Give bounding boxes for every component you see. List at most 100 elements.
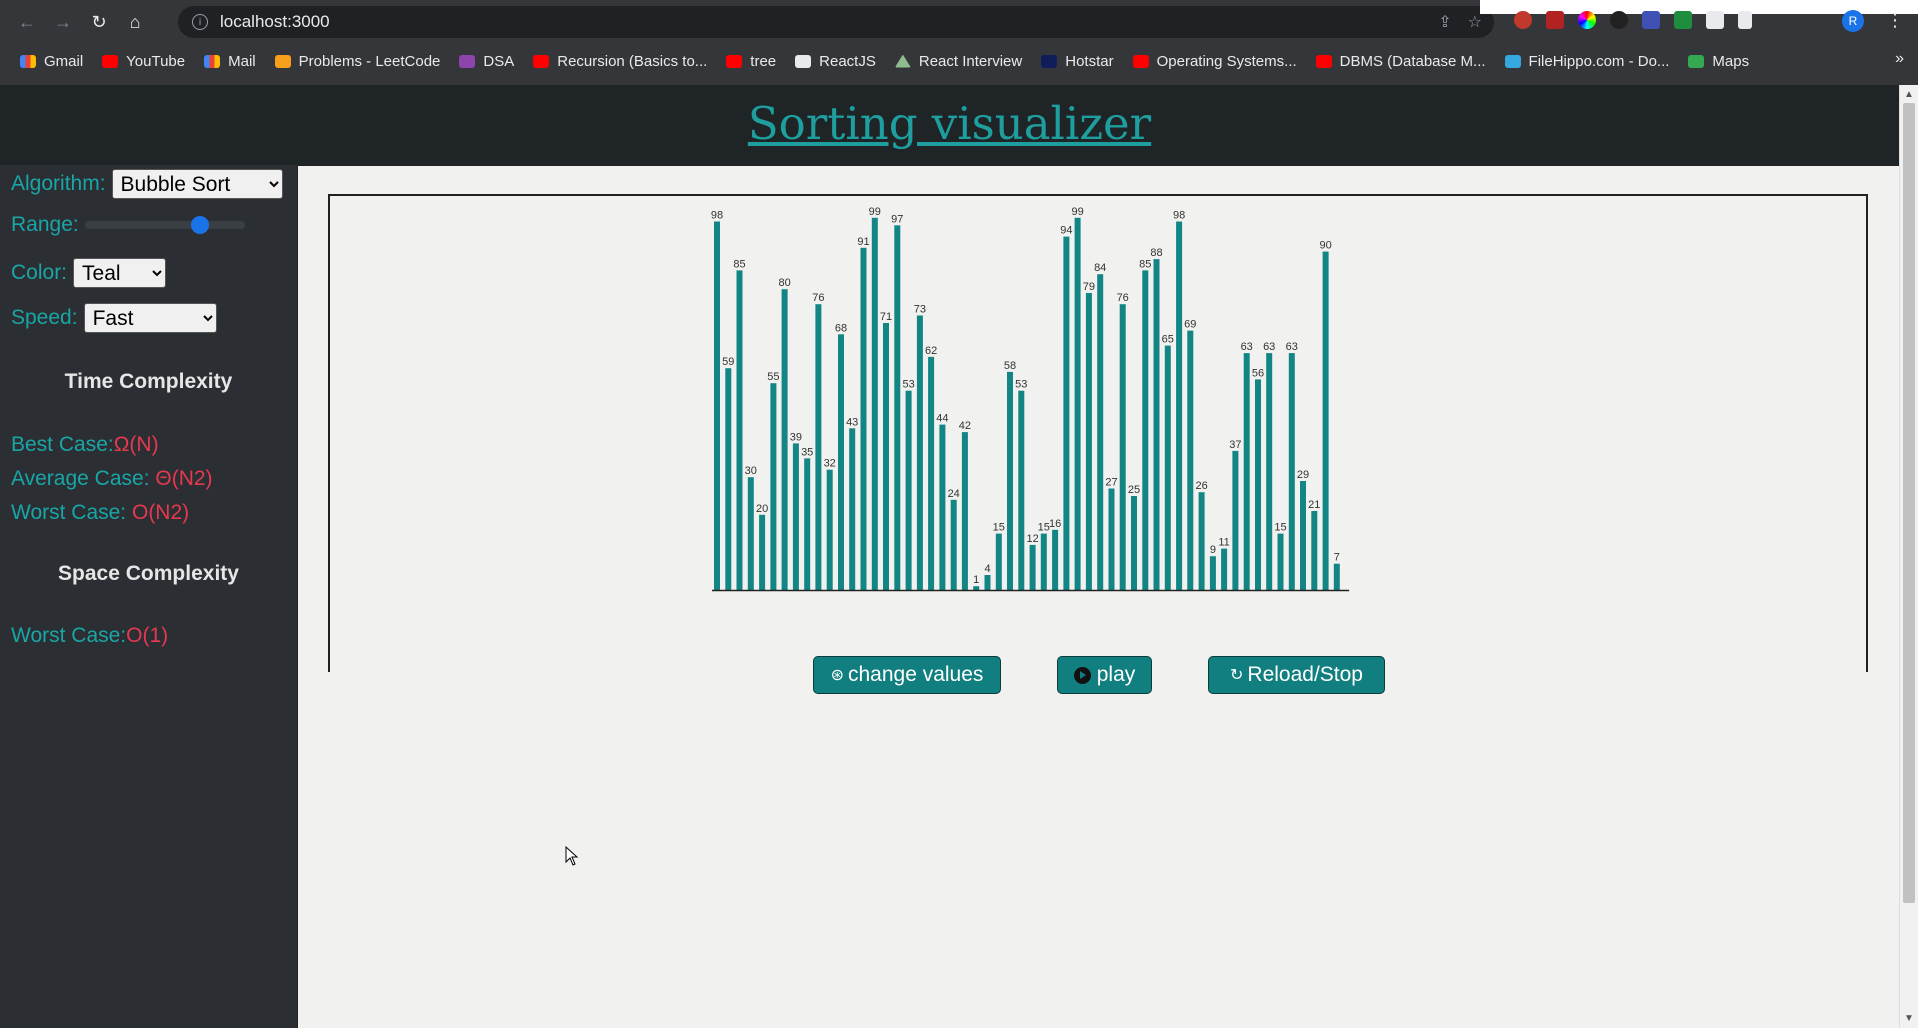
average-case-row: Average Case: Θ(N2) [11, 467, 213, 491]
bookmark-item[interactable]: ReactJS [795, 53, 876, 70]
maps-icon [1688, 54, 1705, 68]
bar-value-label: 16 [1049, 518, 1061, 530]
scrollbar-thumb[interactable] [1903, 103, 1915, 903]
bookmark-item[interactable]: Operating Systems... [1132, 53, 1297, 70]
site-info-icon[interactable]: i [192, 14, 208, 30]
bar-value-label: 91 [857, 236, 869, 248]
bookmark-item[interactable]: Problems - LeetCode [274, 53, 440, 70]
side-panel-icon[interactable] [1738, 11, 1752, 29]
extension-icon[interactable] [1546, 11, 1564, 29]
extension-icon[interactable] [1610, 11, 1628, 29]
bar [1221, 548, 1228, 590]
scroll-down-icon[interactable]: ▼ [1904, 1013, 1914, 1024]
average-case-value: Θ(N2) [155, 467, 213, 490]
bar-value-label: 68 [835, 322, 847, 334]
bookmark-item[interactable]: DSA [459, 53, 514, 70]
react-icon [894, 54, 911, 68]
bar-value-label: 62 [925, 345, 937, 357]
bar [1255, 379, 1261, 590]
change-values-button[interactable]: ⊛ change values [813, 656, 1001, 694]
page-title[interactable]: Sorting visualizer [748, 97, 1151, 150]
speed-label: Speed: [11, 306, 78, 329]
time-complexity-heading: Time Complexity [64, 370, 233, 393]
extension-icon[interactable] [1514, 11, 1532, 29]
bookmark-item[interactable]: tree [726, 53, 776, 70]
color-label: Color: [11, 261, 68, 284]
bar [1052, 529, 1059, 590]
bar [1311, 511, 1318, 590]
gmail-icon [204, 54, 221, 68]
github-icon [795, 54, 812, 68]
best-case-label: Best Case: [11, 433, 114, 456]
bar-value-label: 24 [948, 488, 960, 500]
address-bar[interactable]: i localhost:3000 ⇪ ☆ [178, 6, 1494, 38]
reload-icon[interactable]: ↻ [84, 7, 114, 37]
extension-icon[interactable] [1642, 11, 1660, 29]
bar [1063, 236, 1070, 590]
extension-icon[interactable] [1578, 11, 1596, 29]
profile-avatar[interactable]: R [1842, 10, 1864, 32]
bar-value-label: 43 [846, 416, 858, 428]
leetcode-icon [274, 54, 291, 68]
bookmarks-overflow-icon[interactable]: » [1895, 50, 1904, 68]
page-scrollbar[interactable]: ▲ ▼ [1899, 85, 1918, 1028]
bar [1176, 221, 1183, 590]
bar-value-label: 69 [1184, 319, 1196, 331]
bar [849, 428, 856, 590]
bar [725, 368, 732, 590]
scroll-up-icon[interactable]: ▲ [1904, 89, 1914, 100]
bookmark-item[interactable]: Hotstar [1041, 53, 1114, 70]
bar [1085, 293, 1092, 590]
bookmark-item[interactable]: DBMS (Database M... [1315, 53, 1486, 70]
bookmark-label: Recursion (Basics to... [557, 52, 708, 70]
bar [1243, 353, 1250, 590]
bar-value-label: 7 [1334, 552, 1340, 564]
share-icon[interactable]: ⇪ [1438, 12, 1451, 32]
bookmark-label: ReactJS [819, 52, 876, 70]
range-slider-thumb[interactable] [191, 216, 210, 234]
bookmark-item[interactable]: Maps [1688, 53, 1749, 70]
play-button[interactable]: play [1057, 656, 1152, 694]
bar [860, 247, 867, 591]
bar [1277, 533, 1284, 590]
bar-value-label: 90 [1319, 240, 1331, 252]
bar-value-label: 11 [1218, 537, 1229, 549]
algorithm-select[interactable]: Bubble Sort [111, 169, 283, 199]
bar [1119, 304, 1126, 590]
bar-value-label: 85 [1139, 258, 1151, 270]
speed-select[interactable]: Fast [83, 303, 217, 333]
home-icon[interactable]: ⌂ [120, 7, 150, 37]
bookmark-item[interactable]: YouTube [102, 53, 185, 70]
bar [883, 323, 889, 590]
bookmark-item[interactable]: Gmail [20, 53, 83, 70]
hotstar-icon [1041, 54, 1058, 68]
youtube-icon [726, 54, 743, 68]
forward-arrow-icon[interactable]: → [48, 7, 78, 37]
space-worst-case-row: Worst Case:O(1) [11, 624, 168, 648]
star-bookmark-icon[interactable]: ☆ [1468, 12, 1482, 32]
puzzle-icon[interactable] [1706, 11, 1724, 29]
bookmark-item[interactable]: React Interview [894, 53, 1022, 70]
gmail-icon [20, 54, 36, 68]
bar-value-label: 55 [767, 371, 779, 383]
bar [984, 575, 991, 590]
range-slider[interactable] [84, 216, 245, 234]
bar [1018, 390, 1025, 590]
bar [1164, 345, 1171, 590]
bar [714, 221, 720, 590]
bar-value-label: 59 [722, 356, 734, 368]
bookmark-item[interactable]: Recursion (Basics to... [533, 53, 707, 70]
bar-value-label: 42 [959, 420, 971, 432]
color-select[interactable]: Teal [73, 258, 167, 288]
bar [838, 334, 844, 590]
reload-stop-button[interactable]: ↻ Reload/Stop [1208, 656, 1385, 694]
back-arrow-icon[interactable]: ← [12, 7, 42, 37]
bookmark-item[interactable]: FileHippo.com - Do... [1504, 53, 1669, 70]
kebab-menu-icon[interactable]: ⋮ [1886, 10, 1904, 31]
bar-value-label: 21 [1308, 499, 1320, 511]
bookmark-item[interactable]: Mail [204, 53, 256, 70]
dsa-icon [459, 54, 476, 68]
worst-case-value: O(N2) [131, 501, 190, 524]
bar [1266, 353, 1273, 590]
extension-icon[interactable] [1674, 11, 1692, 29]
